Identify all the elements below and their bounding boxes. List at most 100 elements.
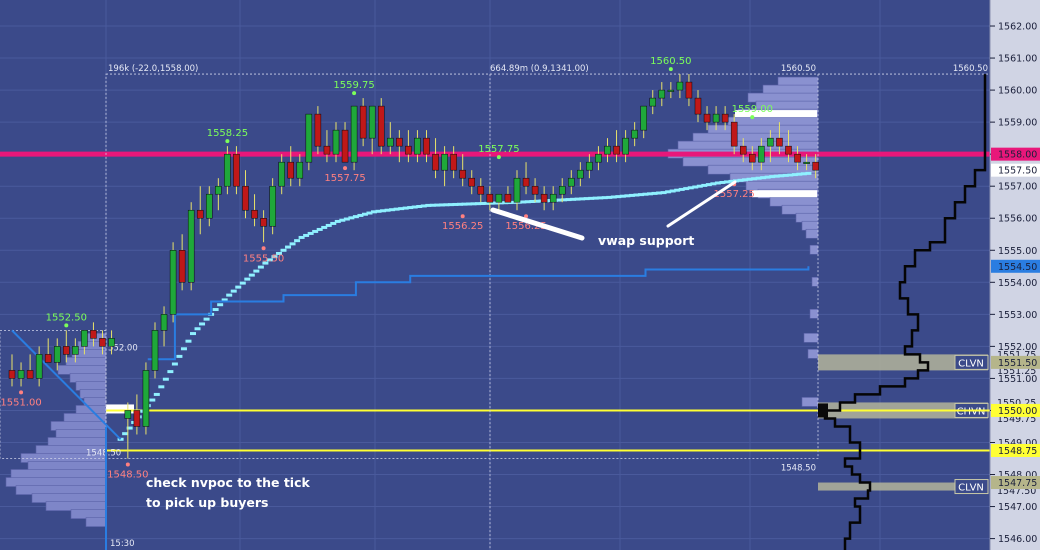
candle-body: [794, 153, 801, 163]
swing-low-dot: [125, 462, 130, 467]
candle-body: [504, 193, 512, 203]
volume-bar: [69, 373, 107, 383]
candle-body: [169, 250, 177, 315]
candle-body: [558, 185, 566, 195]
candle-body: [703, 113, 711, 123]
nvpoc-note-line2: to pick up buyers: [146, 495, 269, 510]
axis-panel: [990, 0, 1040, 550]
axis-tick-label: 1556.00: [998, 214, 1037, 225]
candle-body: [90, 330, 97, 339]
candle-body: [269, 185, 276, 227]
candle-body: [812, 161, 819, 171]
candle-body: [676, 81, 684, 91]
box-label: 15:30: [110, 539, 135, 549]
candle-body: [658, 89, 666, 99]
candle-body: [577, 169, 584, 179]
swing-low-dot: [460, 214, 465, 219]
box-label: 196k (-22.0,1558.00): [108, 64, 198, 74]
candle-body: [377, 105, 385, 147]
volume-bar: [50, 421, 107, 431]
candle-body: [414, 137, 421, 155]
candle-body: [323, 145, 331, 155]
swing-high-label: 1552.50: [46, 312, 87, 323]
candle-body: [586, 161, 593, 171]
volume-bar: [801, 220, 819, 231]
box-label: 1548.50: [86, 449, 121, 459]
candle-body: [160, 314, 168, 331]
volume-bar: [10, 469, 107, 479]
candle-body: [133, 410, 141, 427]
axis-tick-label: 1553.00: [998, 310, 1037, 321]
candle-body: [72, 346, 79, 355]
candle-body: [142, 370, 150, 427]
swing-low-label: 1555.50: [243, 253, 284, 264]
candle-body: [233, 153, 240, 187]
axis-tick-label: 1554.00: [998, 278, 1037, 289]
candle-body: [314, 113, 322, 147]
candle-body: [649, 97, 656, 107]
volume-bar: [707, 124, 819, 135]
candle-body: [423, 137, 430, 155]
volume-bar: [762, 84, 819, 95]
price-tag-label: 1557.50: [998, 166, 1037, 177]
candle-body: [486, 193, 494, 203]
candle-body: [287, 161, 294, 179]
candle-body: [187, 209, 195, 283]
volume-bar: [692, 132, 819, 143]
candle-body: [540, 193, 548, 203]
axis-tick-label: 1560.00: [998, 86, 1037, 97]
zone-label: CHVN: [957, 406, 986, 417]
candle-body: [522, 177, 530, 187]
candle-body: [63, 346, 70, 355]
price-axis: 1562.00 1561.00 1560.00 1559.00 1558.00 1557.…: [989, 0, 1040, 550]
volume-bar: [31, 493, 107, 503]
volume-bar-highlight: [752, 190, 817, 198]
candle-body: [477, 185, 485, 195]
volume-bar: [85, 517, 107, 527]
swing-low-label: 1548.50: [107, 470, 148, 481]
volume-bar: [79, 389, 107, 399]
candle-body: [513, 177, 521, 203]
price-tag-label: 1558.00: [998, 150, 1037, 161]
price-tag-label: 1550.00: [998, 406, 1037, 417]
candle-body: [108, 338, 115, 347]
candle-body: [450, 153, 457, 171]
candle-body: [99, 338, 106, 347]
volume-bar: [677, 140, 819, 151]
candle-body: [568, 177, 575, 187]
candle-body: [81, 330, 88, 347]
candle-body: [396, 137, 403, 147]
candle-body: [432, 153, 439, 171]
swing-low-label: 1556.25: [442, 221, 483, 232]
swing-high-dot: [750, 115, 755, 120]
volume-bar: [55, 429, 107, 439]
candle-body: [604, 145, 611, 155]
swing-high-label: 1560.50: [650, 56, 691, 67]
axis-tick-label: 1562.00: [998, 22, 1037, 33]
volume-bar: [65, 357, 107, 367]
candle-body: [739, 145, 747, 155]
volume-bar: [57, 365, 107, 375]
candle-body: [242, 185, 249, 211]
volume-bar: [809, 309, 819, 319]
candle-body: [631, 129, 638, 139]
axis-tick-label: 1559.00: [998, 118, 1037, 129]
swing-low-dot: [19, 390, 24, 395]
volume-bar: [795, 212, 819, 223]
volume-bar: [781, 204, 819, 215]
volume-bar: [807, 349, 819, 359]
candle-body: [758, 145, 765, 163]
candle-body: [468, 177, 475, 187]
price-chart[interactable]: CLVN CHVN CLVN 196k (-22.0,1558.00) 664.89m…: [0, 0, 1040, 550]
volume-bar: [769, 196, 819, 207]
candle-body: [531, 185, 539, 195]
candle-body: [196, 209, 204, 219]
candle-body: [260, 217, 267, 227]
candle-body: [8, 370, 16, 379]
volume-bar: [727, 116, 819, 127]
candle-body: [124, 410, 132, 419]
candle-body: [613, 145, 620, 155]
candle-body: [595, 153, 602, 163]
swing-high-dot: [225, 139, 230, 144]
candle-body: [359, 105, 367, 139]
